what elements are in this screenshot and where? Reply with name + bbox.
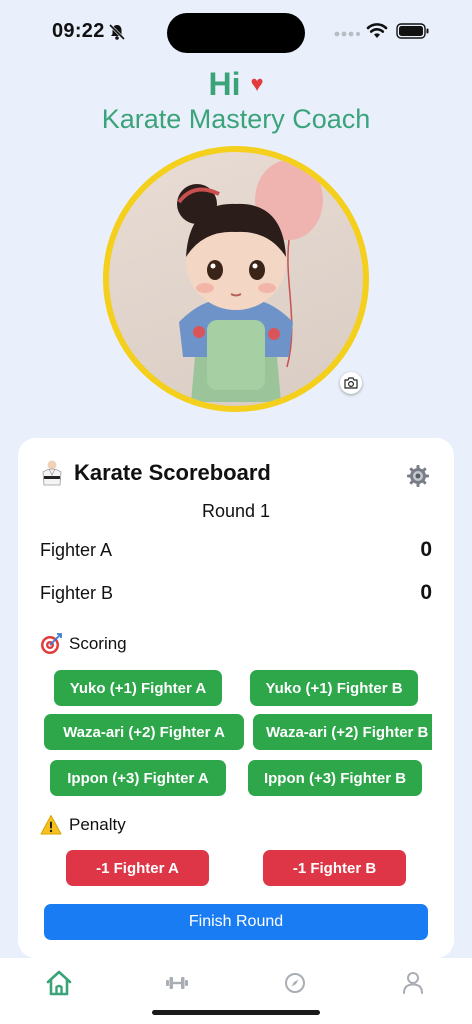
- waza-ari-fighter-b-button[interactable]: Waza-ari (+2) Fighter B: [253, 714, 432, 750]
- status-time: 09:22: [52, 20, 105, 42]
- scoreboard-card: Karate Scoreboard Round 1 Fighter A 0 Fi…: [18, 438, 454, 958]
- wifi-icon: [366, 23, 388, 38]
- tab-profile[interactable]: [398, 968, 428, 998]
- dumbbell-icon: [166, 977, 188, 989]
- person-icon: [403, 972, 423, 994]
- waza-ari-fighter-a-button[interactable]: Waza-ari (+2) Fighter A: [44, 714, 244, 750]
- penalty-fighter-b-button[interactable]: -1 Fighter B: [263, 850, 406, 886]
- penalty-label: Penalty: [69, 815, 126, 834]
- fighter-a-row: Fighter A 0: [40, 538, 432, 562]
- bell-off-icon: [108, 23, 126, 41]
- tab-home[interactable]: [44, 968, 74, 998]
- penalty-section-label: Penalty: [40, 814, 126, 836]
- gear-icon[interactable]: [406, 464, 430, 488]
- tab-workouts[interactable]: [162, 968, 192, 998]
- avatar[interactable]: [103, 146, 369, 412]
- home-indicator: [152, 1010, 320, 1015]
- finish-round-button[interactable]: Finish Round: [44, 904, 428, 940]
- status-bar: 09:22: [0, 0, 472, 62]
- penalty-fighter-a-button[interactable]: -1 Fighter A: [66, 850, 209, 886]
- scoring-label: Scoring: [69, 634, 127, 653]
- round-label: Round 1: [201, 501, 271, 521]
- greeting: Hi ♥: [0, 66, 472, 103]
- fighter-b-row: Fighter B 0: [40, 581, 432, 605]
- fighter-b-name: Fighter B: [40, 582, 114, 603]
- yuko-fighter-b-button[interactable]: Yuko (+1) Fighter B: [250, 670, 418, 706]
- scoring-section-label: Scoring: [40, 633, 127, 655]
- home-icon: [46, 970, 72, 996]
- scoreboard-title: Karate Scoreboard: [74, 460, 271, 485]
- fighter-a-score: 0: [420, 538, 432, 561]
- heart-icon: ♥: [250, 71, 264, 96]
- tab-explore[interactable]: [280, 968, 310, 998]
- card-header: Karate Scoreboard: [40, 460, 271, 486]
- yuko-fighter-a-button[interactable]: Yuko (+1) Fighter A: [54, 670, 222, 706]
- fighter-b-score: 0: [420, 581, 432, 604]
- greeting-text: Hi: [208, 66, 241, 102]
- karate-gi-icon: [42, 460, 62, 486]
- target-icon: [41, 633, 62, 654]
- dynamic-island: [167, 13, 305, 53]
- camera-icon[interactable]: [340, 372, 362, 394]
- app-title: Karate Mastery Coach: [101, 104, 371, 134]
- compass-icon: [285, 973, 305, 993]
- ippon-fighter-b-button[interactable]: Ippon (+3) Fighter B: [248, 760, 422, 796]
- battery-icon: [396, 23, 429, 39]
- ippon-fighter-a-button[interactable]: Ippon (+3) Fighter A: [50, 760, 226, 796]
- fighter-a-name: Fighter A: [40, 539, 113, 560]
- warning-icon: [40, 815, 62, 835]
- avatar-illustration: [177, 160, 323, 402]
- signal-dots-icon: [334, 31, 360, 37]
